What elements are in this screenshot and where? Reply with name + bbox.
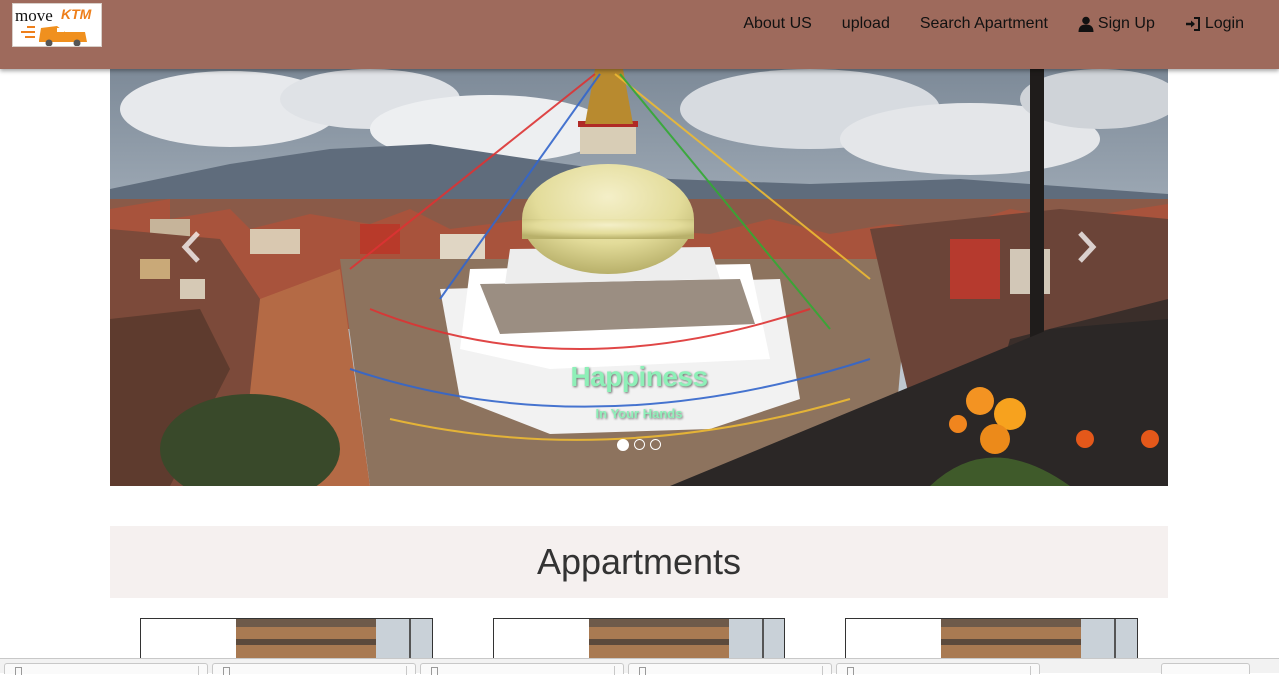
- carousel-caption-subtitle: In Your Hands: [595, 406, 683, 421]
- divider: [822, 666, 823, 675]
- nav-links: About US upload Search Apartment Sign Up…: [728, 0, 1259, 48]
- user-icon: [1078, 16, 1094, 32]
- download-item[interactable]: [212, 663, 416, 675]
- divider: [198, 666, 199, 675]
- login-icon: [1185, 16, 1201, 32]
- carousel-slide-image: [110, 69, 1168, 486]
- document-icon: [223, 667, 230, 675]
- logo-graphic: move KTM: [15, 6, 92, 46]
- chevron-left-icon: [181, 231, 200, 263]
- divider: [614, 666, 615, 675]
- nav-search-label: Search Apartment: [919, 15, 1048, 32]
- carousel-prev-button[interactable]: [173, 227, 213, 267]
- divider: [1030, 666, 1031, 675]
- carousel-indicator-2[interactable]: [634, 439, 645, 450]
- carousel-indicators: [617, 439, 661, 451]
- download-item[interactable]: [4, 663, 208, 675]
- nav-upload-label: upload: [841, 15, 890, 32]
- nav-login-link[interactable]: Login: [1170, 0, 1259, 48]
- show-all-downloads-button[interactable]: [1161, 663, 1250, 674]
- nav-signup-label: Sign Up: [1097, 15, 1155, 32]
- section-header: Appartments: [110, 526, 1168, 598]
- document-icon: [847, 667, 854, 675]
- svg-text:KTM: KTM: [61, 6, 92, 22]
- carousel-caption-title: Happiness: [570, 361, 708, 392]
- nav-about-link[interactable]: About US: [728, 0, 826, 48]
- chevron-right-icon: [1078, 231, 1097, 263]
- section-title: Appartments: [536, 541, 742, 582]
- document-icon: [639, 667, 646, 675]
- download-item[interactable]: [628, 663, 832, 675]
- carousel-next-button[interactable]: [1065, 227, 1105, 267]
- download-bar: [0, 658, 1279, 675]
- document-icon: [431, 667, 438, 675]
- divider: [406, 666, 407, 675]
- carousel-indicator-1[interactable]: [617, 439, 629, 451]
- nav-signup-link[interactable]: Sign Up: [1063, 0, 1170, 48]
- navbar: move KTM About US upload Search Apartmen…: [0, 0, 1279, 69]
- carousel-indicator-3[interactable]: [650, 439, 661, 450]
- nav-search-link[interactable]: Search Apartment: [905, 0, 1063, 48]
- download-item[interactable]: [836, 663, 1040, 675]
- hero-carousel[interactable]: Happiness In Your Hands: [110, 69, 1168, 486]
- document-icon: [15, 667, 22, 675]
- download-item[interactable]: [420, 663, 624, 675]
- nav-login-label: Login: [1204, 15, 1244, 32]
- nav-about-label: About US: [743, 15, 812, 32]
- svg-text:move: move: [15, 6, 53, 25]
- nav-upload-link[interactable]: upload: [827, 0, 905, 48]
- brand-logo[interactable]: move KTM: [12, 3, 102, 47]
